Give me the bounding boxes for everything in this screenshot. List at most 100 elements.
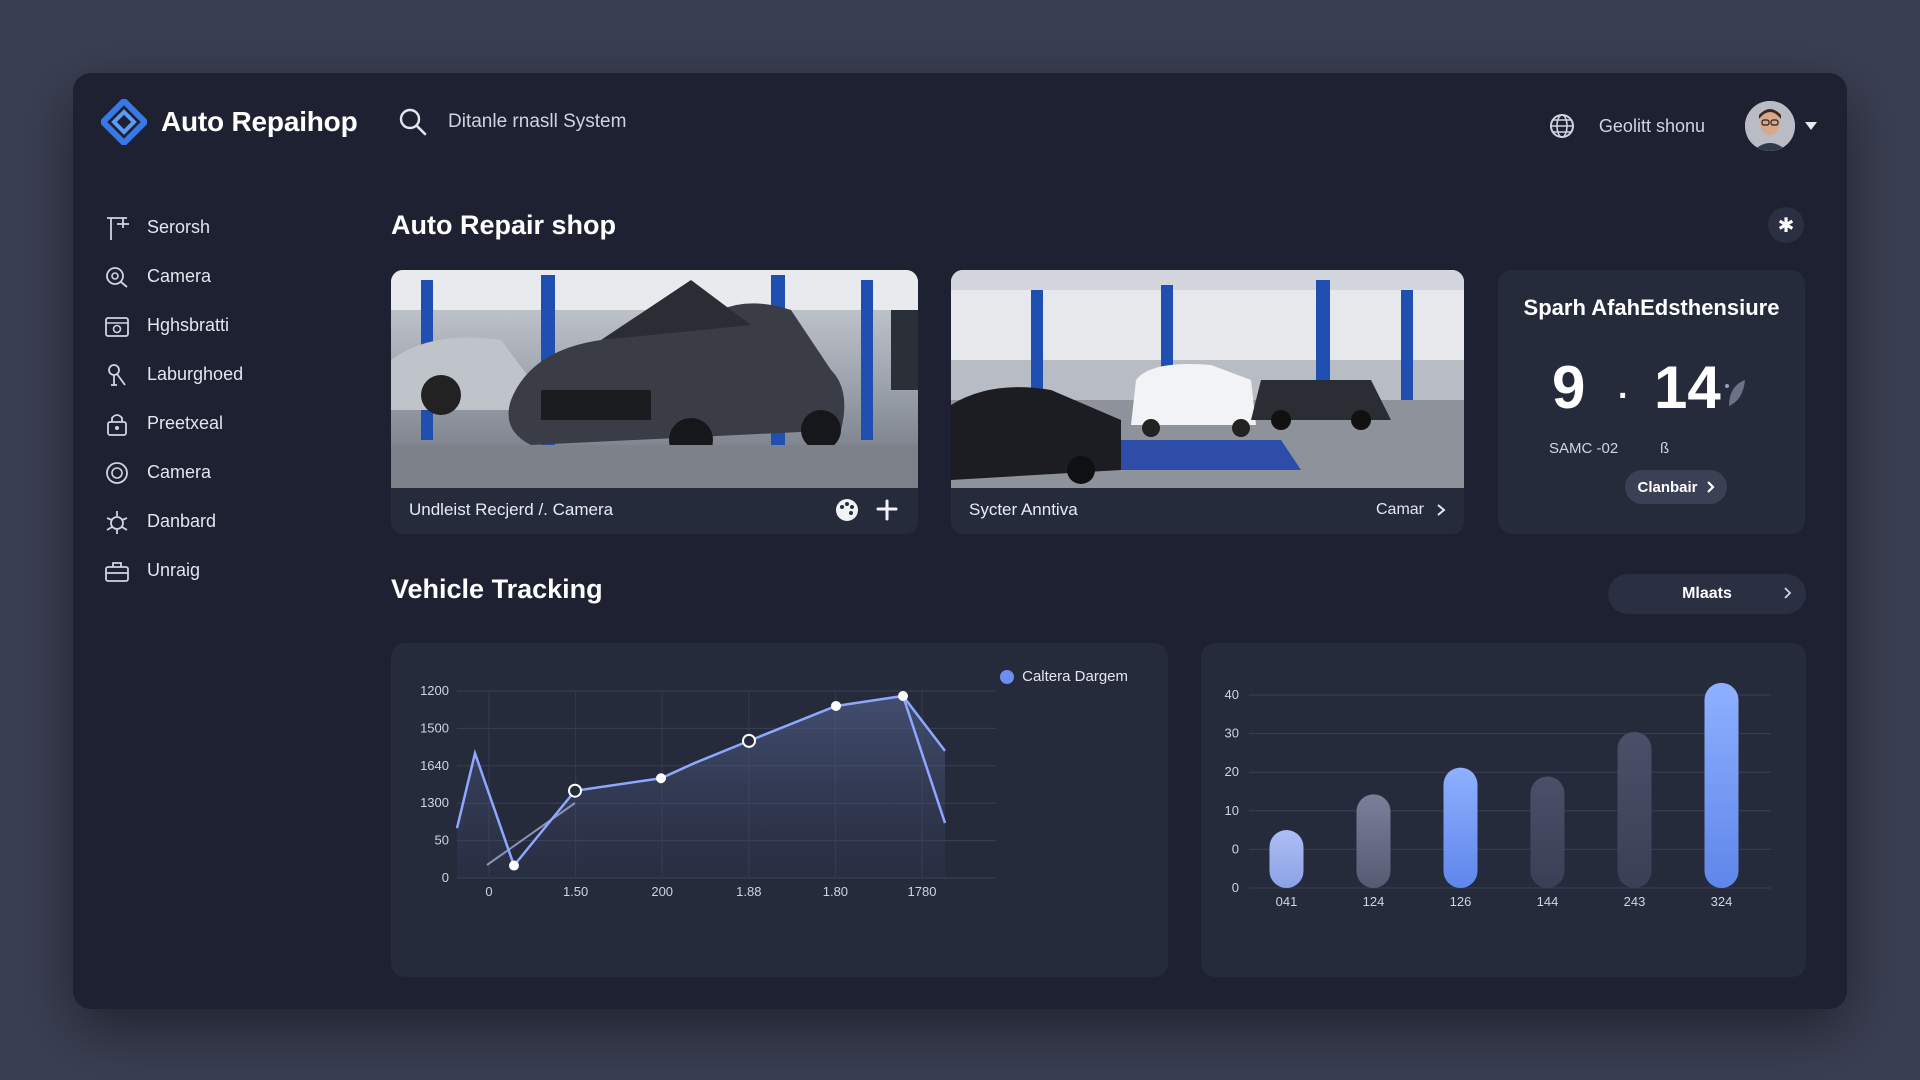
x-tick-label: 1.80 — [823, 884, 848, 899]
series-area — [457, 695, 945, 878]
bar — [1356, 794, 1391, 888]
avatar[interactable] — [1745, 101, 1795, 151]
line-chart: 1200 1500 1640 1300 50 0 0 1.50 200 1.88 1.80 1780 — [420, 683, 996, 899]
leaf-icon — [1725, 380, 1745, 406]
data-point — [568, 783, 582, 798]
bar — [1530, 776, 1565, 888]
sidebar-item-danbard[interactable]: Danbard — [103, 497, 343, 546]
plus-icon[interactable] — [874, 497, 900, 523]
stat-sub-b: ß — [1660, 440, 1670, 457]
y-tick-label: 1640 — [420, 758, 449, 773]
x-tick-label: 1.88 — [736, 884, 761, 899]
wrench-icon — [108, 363, 126, 386]
data-point — [831, 700, 841, 711]
camera-link[interactable]: Camar — [1376, 501, 1446, 519]
pin-button[interactable]: ✱ — [1768, 207, 1804, 243]
mlaats-button-label: Mlaats — [1682, 585, 1732, 602]
card-label: Sycter Anntiva — [969, 500, 1078, 519]
gear-bug-icon — [106, 510, 128, 534]
y-tick-label: 1200 — [420, 683, 449, 698]
sidebar-item-label: Hghsbratti — [147, 315, 230, 335]
camera-card-2[interactable]: Sycter Anntiva Camar — [951, 270, 1464, 534]
card-footer: Undleist Recjerd /. Camera — [391, 486, 918, 534]
app-window: Auto Repaihop Ditanle rnasll System Geol… — [73, 73, 1847, 1009]
y-tick-label: 20 — [1225, 764, 1239, 779]
sidebar-item-label: Serorsh — [147, 217, 211, 237]
sidebar-item-label: Camera — [147, 462, 212, 482]
bar — [1443, 767, 1478, 888]
data-point — [742, 733, 756, 748]
user-name[interactable]: Geolitt shonu — [1599, 116, 1705, 137]
bar-chart-card: 40 30 20 10 0 0 041 124 126 144 243 324 — [1201, 643, 1806, 977]
brand[interactable]: Auto Repaihop — [101, 99, 358, 145]
x-tick-label: 243 — [1624, 894, 1646, 909]
data-point — [656, 773, 666, 784]
search-input[interactable]: Ditanle rnasll System — [448, 111, 626, 133]
y-tick-label: 30 — [1225, 726, 1239, 741]
star-icon: ✱ — [1777, 214, 1795, 237]
y-tick-label: 1300 — [420, 795, 449, 810]
x-tick-label: 126 — [1450, 894, 1472, 909]
garage-photo-2 — [951, 270, 1464, 488]
y-tick-label: 0 — [1232, 841, 1239, 856]
stat-card: Sparh AfahEdsthensiure 9 . 14 SAMC -02 ß… — [1498, 270, 1805, 534]
y-tick-label: 40 — [1225, 687, 1239, 702]
sidebar-item-hghsbratti[interactable]: Hghsbratti — [103, 301, 343, 350]
chevron-down-icon[interactable] — [1805, 122, 1817, 130]
sidebar-item-preetxeal[interactable]: Preetxeal — [103, 399, 343, 448]
line-chart-card: Caltera Dargem 1200 1500 1640 1300 50 0 0 1.50 2… — [391, 643, 1168, 977]
sidebar-item-label: Camera — [147, 266, 212, 286]
bar — [1269, 830, 1304, 888]
sidebar-item-unraig[interactable]: Unraig — [103, 546, 343, 595]
sidebar: Serorsh Camera Hghsbratti Laburghoed Pre… — [103, 203, 343, 595]
stat-value-a: 9 — [1552, 354, 1586, 421]
clanbair-button[interactable]: Clanbair — [1625, 470, 1727, 504]
sidebar-item-label: Laburghoed — [147, 364, 244, 384]
logo-icon — [101, 99, 147, 145]
x-tick-label: 1.50 — [563, 884, 588, 899]
data-point — [509, 860, 519, 871]
globe-icon[interactable] — [1547, 111, 1577, 141]
sidebar-item-camera-2[interactable]: Camera — [103, 448, 343, 497]
sidebar-item-laburghoed[interactable]: Laburghoed — [103, 350, 343, 399]
chevron-right-icon — [1437, 504, 1446, 516]
tracking-title: Vehicle Tracking — [391, 574, 603, 604]
search-bar[interactable]: Ditanle rnasll System — [398, 107, 626, 137]
card-label: Undleist Recjerd /. Camera — [409, 500, 614, 519]
lock-icon — [107, 413, 127, 436]
x-tick-label: 0 — [485, 884, 492, 899]
chevron-right-icon — [1784, 587, 1792, 599]
sidebar-item-serorsh[interactable]: Serorsh — [103, 203, 343, 252]
y-tick-label: 50 — [435, 833, 449, 848]
lift-icon — [107, 216, 129, 240]
stat-title: Sparh AfahEdsthensiure — [1523, 295, 1780, 320]
search-icon[interactable] — [398, 107, 428, 137]
bar-chart: 40 30 20 10 0 0 041 124 126 144 243 324 — [1225, 682, 1771, 909]
stat-sub-a: SAMC -02 — [1549, 440, 1619, 457]
calendar-icon — [105, 316, 129, 337]
sidebar-item-label: Preetxeal — [147, 413, 224, 433]
palette-icon[interactable] — [834, 497, 860, 523]
stat-separator: . — [1618, 368, 1628, 406]
y-tick-label: 0 — [442, 870, 449, 885]
sidebar-item-label: Danbard — [147, 511, 217, 531]
x-tick-label: 144 — [1537, 894, 1559, 909]
camera-card-1[interactable]: Undleist Recjerd /. Camera — [391, 270, 918, 534]
x-tick-label: 1780 — [908, 884, 937, 899]
x-tick-label: 200 — [651, 884, 673, 899]
sidebar-item-camera[interactable]: Camera — [103, 252, 343, 301]
y-tick-label: 0 — [1232, 880, 1239, 895]
camera-link-label: Camar — [1375, 501, 1424, 518]
toolbox-icon — [105, 561, 129, 582]
clanbair-button-label: Clanbair — [1637, 478, 1698, 496]
garage-photo-1 — [391, 270, 918, 488]
chevron-right-icon — [1706, 481, 1715, 493]
x-tick-label: 324 — [1711, 894, 1733, 909]
mlaats-button[interactable]: Mlaats — [1608, 574, 1806, 614]
app-name: Auto Repaihop — [161, 106, 358, 137]
page-title: Auto Repair shop — [391, 210, 617, 240]
bar — [1617, 731, 1652, 888]
sidebar-item-label: Unraig — [147, 560, 201, 580]
y-tick-label: 10 — [1225, 803, 1239, 818]
x-tick-label: 041 — [1276, 894, 1298, 909]
